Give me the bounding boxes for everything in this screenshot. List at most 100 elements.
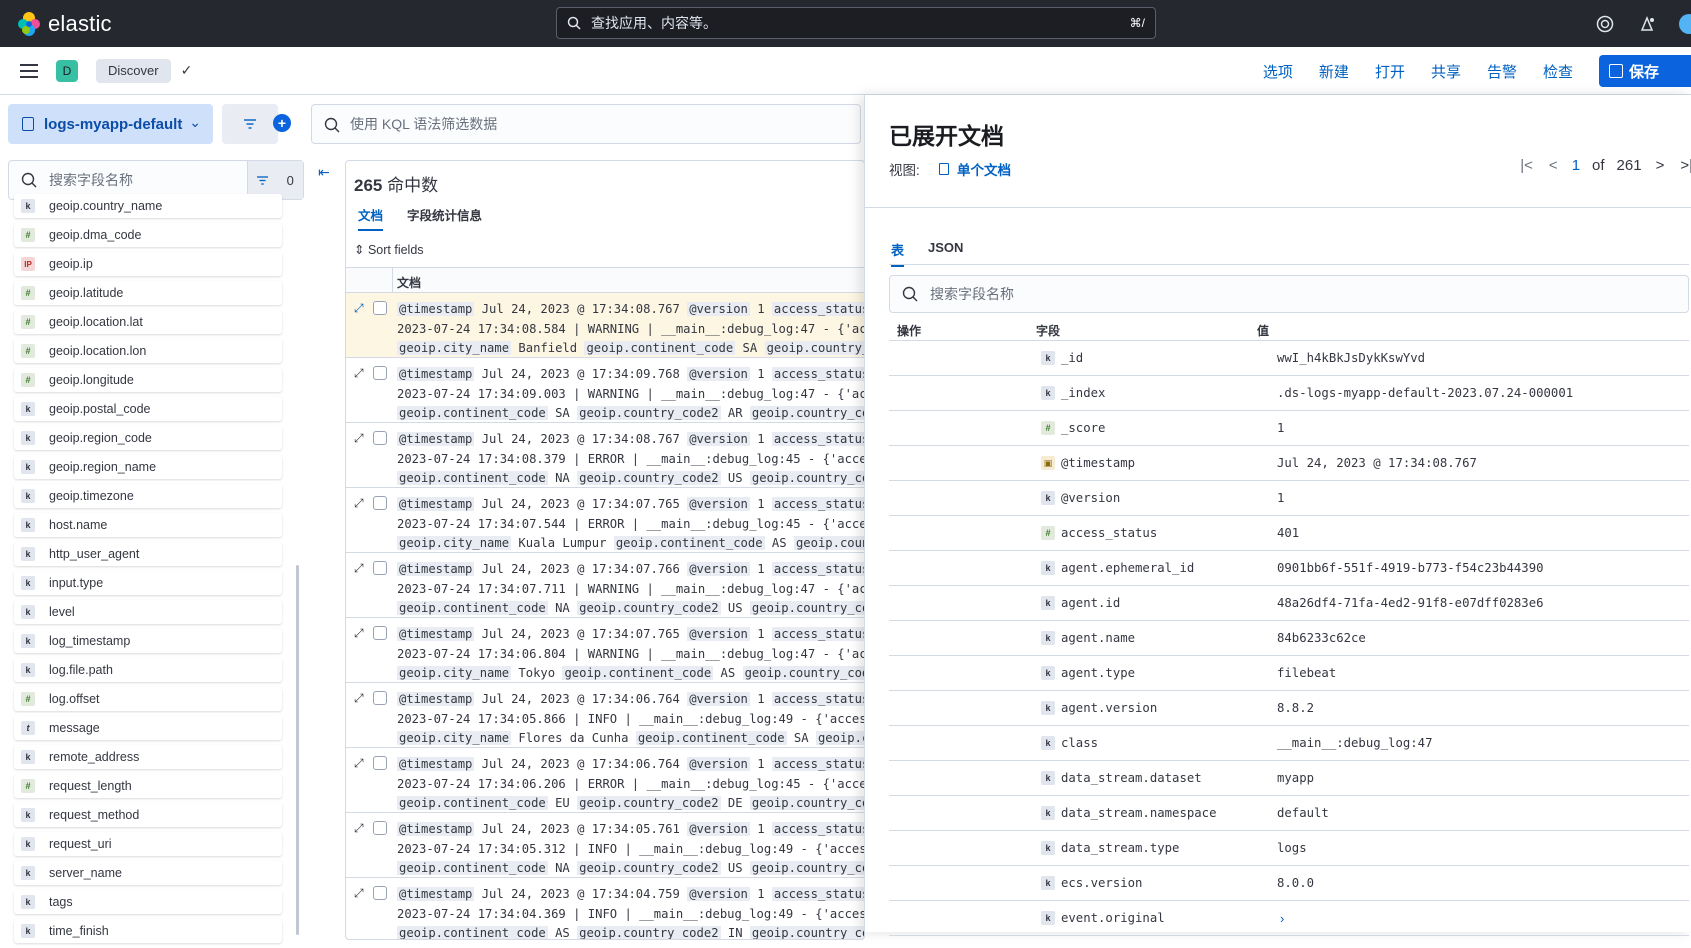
current-page[interactable]: 1: [1572, 157, 1580, 174]
table-row[interactable]: k _id wwI_h4kBkJsDykKswYvd: [889, 341, 1689, 376]
expand-row-icon[interactable]: ⤢: [354, 366, 364, 381]
field-list-item[interactable]: k request_uri: [14, 832, 282, 856]
column-document[interactable]: 文档: [397, 274, 421, 291]
field-list-item[interactable]: # log.offset: [14, 687, 282, 711]
field-list-item[interactable]: k geoip.region_code: [14, 426, 282, 450]
table-row[interactable]: ⤢ @timestamp Jul 24, 2023 @ 17:34:06.764 …: [346, 683, 864, 748]
table-row[interactable]: k agent.version 8.8.2: [889, 691, 1689, 726]
menu-options[interactable]: 选项: [1263, 61, 1293, 82]
page-total[interactable]: 261: [1617, 157, 1642, 174]
field-list-item[interactable]: k time_finish: [14, 919, 282, 943]
flyout-field-search-input[interactable]: 搜索字段名称: [889, 275, 1689, 313]
field-list-item[interactable]: # request_length: [14, 774, 282, 798]
row-checkbox[interactable]: [373, 691, 387, 705]
field-list-item[interactable]: IP geoip.ip: [14, 252, 282, 276]
field-list-item[interactable]: # geoip.dma_code: [14, 223, 282, 247]
tab-table[interactable]: 表: [891, 240, 905, 267]
field-list-item[interactable]: # geoip.location.lat: [14, 310, 282, 334]
table-row[interactable]: ⤢ @timestamp Jul 24, 2023 @ 17:34:07.765 …: [346, 618, 864, 683]
field-list-scrollbar[interactable]: [296, 565, 299, 935]
collapse-sidebar-icon[interactable]: ⇤: [318, 164, 330, 181]
field-list-item[interactable]: t message: [14, 716, 282, 740]
menu-new[interactable]: 新建: [1319, 61, 1349, 82]
user-avatar[interactable]: [1679, 13, 1691, 34]
expand-row-icon[interactable]: ⤢: [354, 626, 364, 641]
table-row[interactable]: ⤢ @timestamp Jul 24, 2023 @ 17:34:08.767 …: [346, 423, 864, 488]
field-list-item[interactable]: k geoip.country_name: [14, 194, 282, 218]
row-checkbox[interactable]: [373, 756, 387, 770]
next-page-icon[interactable]: >: [1656, 157, 1665, 174]
table-row[interactable]: k data_stream.dataset myapp: [889, 761, 1689, 796]
row-checkbox[interactable]: [373, 886, 387, 900]
table-row[interactable]: # access_status 401: [889, 516, 1689, 551]
expand-row-icon[interactable]: ⤢: [354, 431, 364, 446]
view-mode-button[interactable]: 单个文档: [939, 159, 1011, 179]
field-list-item[interactable]: k http_user_agent: [14, 542, 282, 566]
expand-row-icon[interactable]: ⤢: [354, 301, 364, 316]
filter-menu-button[interactable]: [222, 104, 278, 144]
table-row[interactable]: k class __main__:debug_log:47: [889, 726, 1689, 761]
last-page-icon[interactable]: >|: [1680, 157, 1691, 174]
table-row[interactable]: ⤢ @timestamp Jul 24, 2023 @ 17:34:07.766 …: [346, 553, 864, 618]
breadcrumb-discover[interactable]: Discover: [96, 58, 171, 83]
table-row[interactable]: k agent.name 84b6233c62ce: [889, 621, 1689, 656]
row-checkbox[interactable]: [373, 431, 387, 445]
help-icon[interactable]: [1595, 14, 1615, 34]
row-checkbox[interactable]: [373, 821, 387, 835]
table-row[interactable]: k agent.type filebeat: [889, 656, 1689, 691]
expand-row-icon[interactable]: ⤢: [354, 821, 364, 836]
sort-fields-button[interactable]: ⇕ Sort fields: [354, 242, 424, 257]
field-list-item[interactable]: k geoip.region_name: [14, 455, 282, 479]
table-row[interactable]: ⤢ @timestamp Jul 24, 2023 @ 17:34:06.764 …: [346, 748, 864, 813]
expand-row-icon[interactable]: ⤢: [354, 561, 364, 576]
save-button[interactable]: 保存: [1599, 55, 1691, 87]
menu-icon[interactable]: [20, 63, 38, 78]
row-checkbox[interactable]: [373, 496, 387, 510]
table-row[interactable]: ⤢ @timestamp Jul 24, 2023 @ 17:34:05.761 …: [346, 813, 864, 878]
field-list-item[interactable]: k log.file.path: [14, 658, 282, 682]
table-row[interactable]: k agent.id 48a26df4-71fa-4ed2-91f8-e07dff0…: [889, 586, 1689, 621]
table-row[interactable]: ⤢ @timestamp Jul 24, 2023 @ 17:34:07.765 …: [346, 488, 864, 553]
field-list-item[interactable]: k input.type: [14, 571, 282, 595]
add-filter-icon[interactable]: +: [273, 114, 291, 132]
field-list-item[interactable]: k request_method: [14, 803, 282, 827]
tab-field-statistics[interactable]: 字段统计信息: [407, 205, 482, 231]
expand-row-icon[interactable]: ⤢: [354, 886, 364, 901]
prev-page-icon[interactable]: <: [1549, 157, 1558, 174]
field-list-item[interactable]: # geoip.longitude: [14, 368, 282, 392]
table-row[interactable]: k data_stream.type logs: [889, 831, 1689, 866]
field-list-item[interactable]: k geoip.timezone: [14, 484, 282, 508]
expand-row-icon[interactable]: ⤢: [354, 756, 364, 771]
table-row[interactable]: k _index .ds-logs-myapp-default-2023.07.24…: [889, 376, 1689, 411]
field-list-item[interactable]: k remote_address: [14, 745, 282, 769]
field-list-item[interactable]: # geoip.latitude: [14, 281, 282, 305]
table-row[interactable]: k agent.ephemeral_id 0901bb6f-551f-4919-b7…: [889, 551, 1689, 586]
global-search-input[interactable]: 查找应用、内容等。 ⌘/: [556, 7, 1156, 39]
table-row[interactable]: # _score 1: [889, 411, 1689, 446]
table-row[interactable]: ⤢ @timestamp Jul 24, 2023 @ 17:34:08.767 …: [346, 293, 864, 358]
field-list-item[interactable]: k host.name: [14, 513, 282, 537]
table-row[interactable]: ⤢ @timestamp Jul 24, 2023 @ 17:34:09.768 …: [346, 358, 864, 423]
news-feed-icon[interactable]: [1637, 14, 1657, 34]
field-list-item[interactable]: k log_timestamp: [14, 629, 282, 653]
field-list-item[interactable]: k level: [14, 600, 282, 624]
chevron-right-icon[interactable]: ›: [1280, 911, 1284, 926]
kql-query-input[interactable]: 使用 KQL 语法筛选数据: [311, 104, 861, 144]
menu-share[interactable]: 共享: [1431, 61, 1461, 82]
menu-inspect[interactable]: 检查: [1543, 61, 1573, 82]
table-row[interactable]: ⤢ @timestamp Jul 24, 2023 @ 17:34:04.759 …: [346, 878, 864, 939]
tab-json[interactable]: JSON: [928, 240, 963, 267]
expand-row-icon[interactable]: ⤢: [354, 691, 364, 706]
field-list-item[interactable]: # geoip.location.lon: [14, 339, 282, 363]
tab-documents[interactable]: 文档: [358, 205, 384, 231]
table-row[interactable]: k data_stream.namespace default: [889, 796, 1689, 831]
elastic-logo[interactable]: elastic: [16, 11, 112, 37]
first-page-icon[interactable]: |<: [1520, 157, 1533, 174]
row-checkbox[interactable]: [373, 626, 387, 640]
table-row[interactable]: k ecs.version 8.0.0: [889, 866, 1689, 901]
row-checkbox[interactable]: [373, 366, 387, 380]
expand-row-icon[interactable]: ⤢: [354, 496, 364, 511]
data-view-picker[interactable]: logs-myapp-default ⌄: [8, 104, 213, 144]
row-checkbox[interactable]: [373, 301, 387, 315]
table-row[interactable]: k @version 1: [889, 481, 1689, 516]
